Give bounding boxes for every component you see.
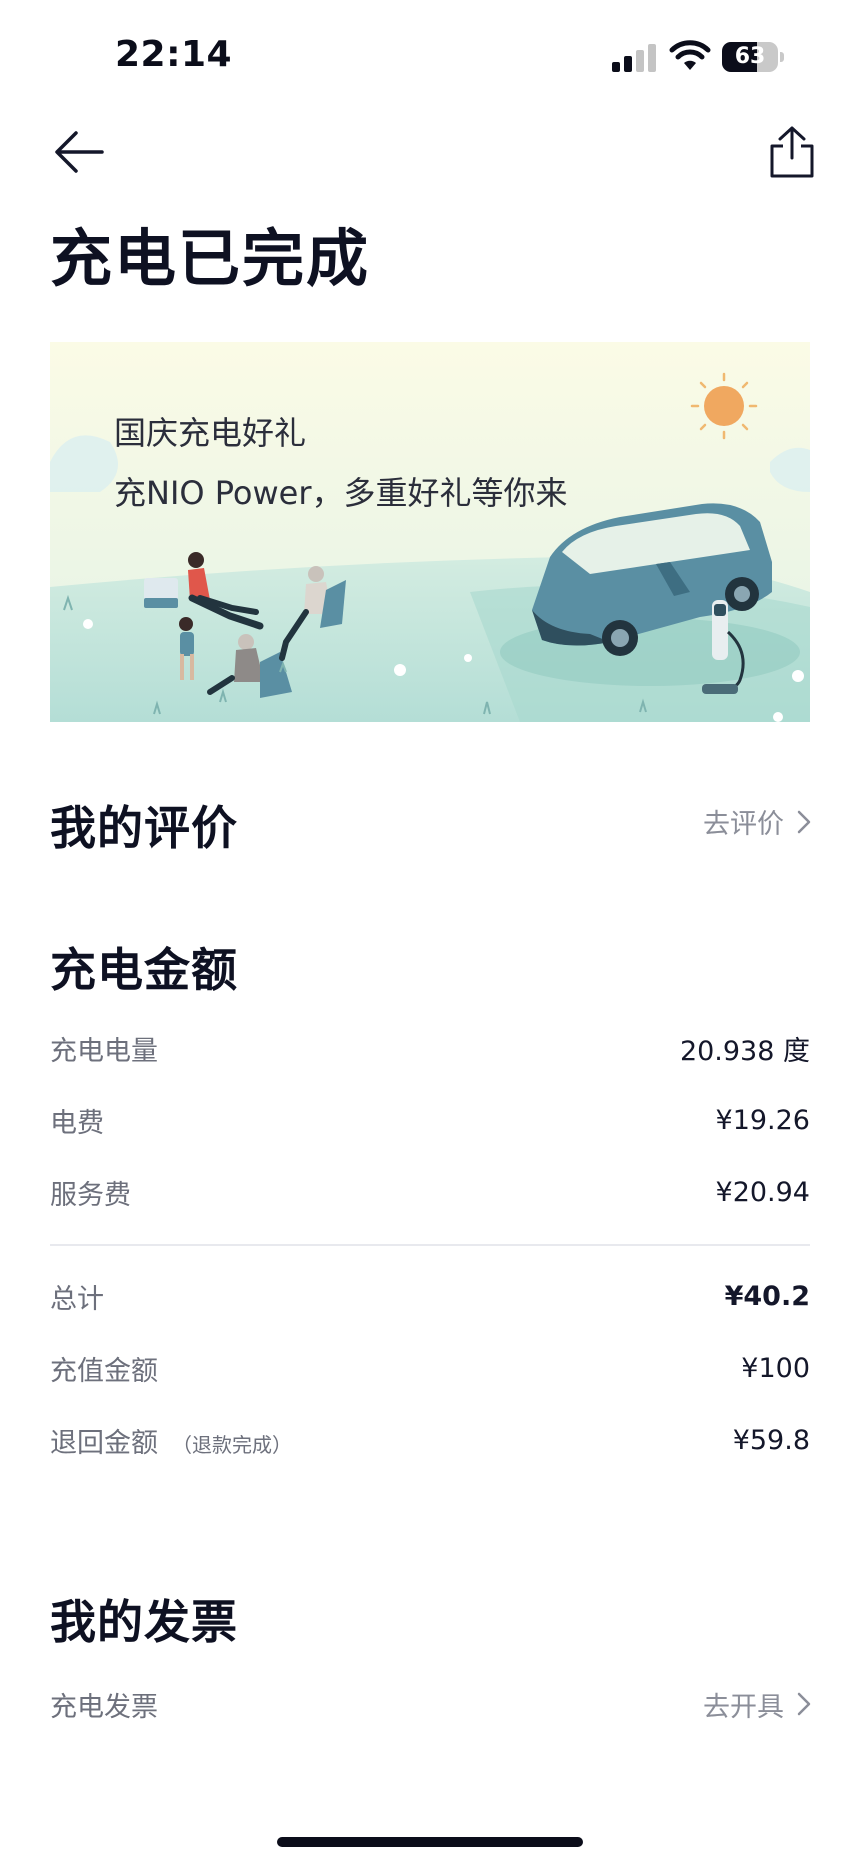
row-label: 服务费 [50, 1179, 131, 1211]
share-button[interactable] [768, 124, 816, 180]
refund-amount-row: 退回金额 （退款完成） ¥59.8 [50, 1418, 810, 1462]
row-value: 20.938 度 [679, 1035, 810, 1067]
battery-indicator: 63 [722, 42, 784, 72]
cellular-signal-icon [612, 44, 656, 72]
row-label: 总计 [50, 1283, 104, 1315]
charge-energy-row: 充电电量 20.938 度 [50, 1026, 810, 1070]
row-label: 充电发票 [50, 1691, 158, 1723]
page-title: 充电已完成 [50, 222, 371, 295]
wifi-icon [669, 40, 711, 70]
electricity-fee-row: 电费 ¥19.26 [50, 1098, 810, 1142]
invoice-row[interactable]: 充电发票 去开具 [50, 1682, 812, 1726]
share-icon [770, 126, 814, 178]
chevron-right-icon [797, 1692, 811, 1716]
total-value: ¥40.2 [724, 1280, 810, 1312]
service-fee-row: 服务费 ¥20.94 [50, 1170, 810, 1214]
banner-subtitle: 充NIO Power，多重好礼等你来 [114, 474, 568, 512]
refund-status-note: （退款完成） [172, 1432, 292, 1457]
row-value: ¥59.8 [732, 1424, 810, 1456]
divider [50, 1244, 810, 1246]
charge-amount-section-title: 充电金额 [50, 943, 238, 997]
battery-level-text: 63 [734, 44, 766, 69]
arrow-left-icon [55, 131, 104, 173]
row-label: 电费 [50, 1107, 104, 1139]
row-label: 充电电量 [50, 1035, 158, 1067]
total-row: 总计 ¥40.2 [50, 1274, 810, 1318]
issue-invoice-label: 去开具 [703, 1691, 784, 1723]
status-time: 22:14 [115, 34, 233, 75]
row-value: ¥100 [741, 1352, 810, 1384]
review-section-title: 我的评价 [50, 801, 238, 855]
go-review-label: 去评价 [703, 809, 784, 840]
back-button[interactable] [50, 124, 108, 180]
banner-title: 国庆充电好礼 [114, 414, 307, 452]
row-label: 退回金额 [50, 1427, 158, 1459]
issue-invoice-link[interactable]: 去开具 [703, 1685, 812, 1724]
home-indicator [277, 1837, 583, 1847]
row-label: 充值金额 [50, 1355, 158, 1387]
go-review-link[interactable]: 去评价 [703, 802, 812, 841]
recharge-amount-row: 充值金额 ¥100 [50, 1346, 810, 1390]
banner-illustration [50, 342, 810, 722]
promo-banner[interactable]: 国庆充电好礼 充NIO Power，多重好礼等你来 [50, 342, 810, 722]
invoice-section-title: 我的发票 [50, 1595, 238, 1649]
row-value: ¥19.26 [715, 1104, 810, 1136]
row-value: ¥20.94 [715, 1176, 810, 1208]
chevron-right-icon [797, 810, 811, 833]
